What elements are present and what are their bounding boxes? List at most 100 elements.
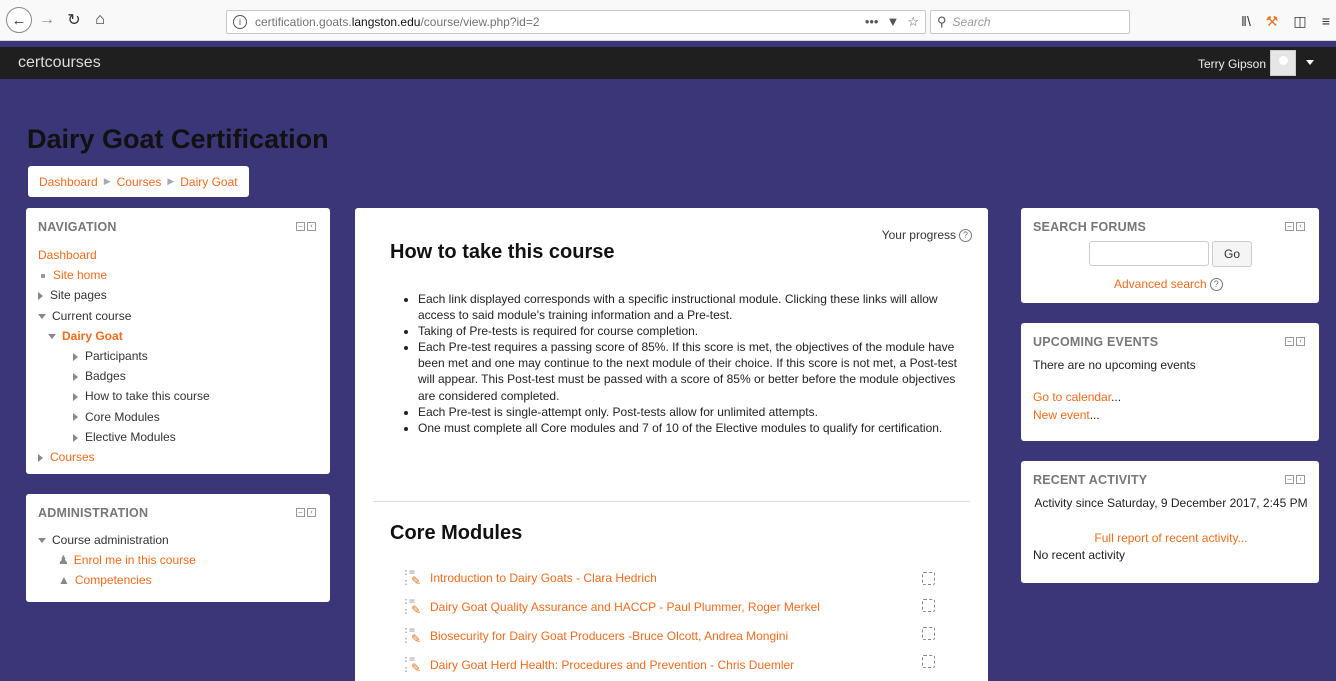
completion-checkbox[interactable] xyxy=(922,655,935,668)
admin-enrol-link[interactable]: Enrol me in this course xyxy=(74,553,196,567)
navigation-block: NAVIGATION – ‹ Dashboard Site home Site p… xyxy=(26,208,330,474)
new-event-link[interactable]: New event xyxy=(1033,408,1090,422)
expand-icon[interactable] xyxy=(73,433,78,442)
extension-icon[interactable]: ⚒ xyxy=(1262,10,1282,32)
admin-competencies-link[interactable]: Competencies xyxy=(75,573,152,587)
dock-icon[interactable]: ‹ xyxy=(1296,337,1305,346)
forum-search-input[interactable] xyxy=(1089,241,1209,266)
block-controls: – ‹ xyxy=(1285,337,1305,346)
site-info-icon[interactable]: i xyxy=(233,15,247,29)
nav-elective-modules[interactable]: Elective Modules xyxy=(85,430,176,444)
avatar[interactable] xyxy=(1270,50,1296,76)
advanced-search-row: Advanced search ? xyxy=(1114,277,1223,291)
ellipsis: ... xyxy=(1089,408,1100,422)
module-row: :=: ✎ Biosecurity for Dairy Goat Producer… xyxy=(403,625,788,647)
help-icon[interactable]: ? xyxy=(959,228,972,242)
list-item: Taking of Pre-tests is required for cour… xyxy=(418,323,958,339)
completion-checkbox[interactable] xyxy=(922,627,935,640)
home-icon[interactable]: ⌂ xyxy=(90,8,110,32)
collapse-arrow-icon[interactable] xyxy=(38,313,46,319)
search-forums-title: SEARCH FORUMS xyxy=(1033,220,1147,234)
section-divider xyxy=(373,501,970,502)
go-button[interactable]: Go xyxy=(1212,241,1252,267)
module-link[interactable]: Dairy Goat Herd Health: Procedures and P… xyxy=(430,658,794,672)
page-actions-icon[interactable]: ••• xyxy=(865,14,879,30)
module-link[interactable]: Introduction to Dairy Goats - Clara Hedr… xyxy=(430,571,657,585)
reload-icon[interactable]: ↻ xyxy=(64,8,84,32)
module-link[interactable]: Biosecurity for Dairy Goat Producers -Br… xyxy=(430,629,788,643)
search-forums-block: SEARCH FORUMS – ‹ Go Advanced search ? xyxy=(1021,208,1319,303)
nav-core-modules[interactable]: Core Modules xyxy=(85,410,160,424)
block-controls: – ‹ xyxy=(1285,475,1305,484)
address-bar[interactable]: i certification.goats. langston.edu/cours… xyxy=(226,10,926,34)
admin-course-administration[interactable]: Course administration xyxy=(52,533,169,547)
collapse-icon[interactable]: – xyxy=(1285,337,1294,346)
site-brand[interactable]: certcourses xyxy=(18,54,101,72)
dock-icon[interactable]: ‹ xyxy=(307,222,316,231)
course-content: Your progress ? How to take this course … xyxy=(355,208,988,681)
breadcrumb: Dashboard ▶ Courses ▶ Dairy Goat xyxy=(28,166,249,197)
breadcrumb-courses[interactable]: Courses xyxy=(117,175,162,189)
collapse-icon[interactable]: – xyxy=(296,508,305,517)
list-item: Each Pre-test is single-attempt only. Po… xyxy=(418,404,958,420)
advanced-search-link[interactable]: Advanced search xyxy=(1114,277,1207,291)
nav-dashboard[interactable]: Dashboard xyxy=(38,248,97,262)
assignment-icon: :=: ✎ xyxy=(403,625,422,647)
pocket-icon[interactable]: ▼ xyxy=(886,14,899,30)
list-item: Each Pre-test requires a passing score o… xyxy=(418,339,958,403)
user-icon: ♟ xyxy=(58,553,69,568)
nav-badges[interactable]: Badges xyxy=(85,369,126,383)
url-host: langston.edu xyxy=(351,15,421,29)
user-name[interactable]: Terry Gipson xyxy=(1198,57,1266,71)
dock-icon[interactable]: ‹ xyxy=(307,508,316,517)
dock-icon[interactable]: ‹ xyxy=(1296,222,1305,231)
url-path: /course/view.php?id=2 xyxy=(420,15,540,29)
nav-current-course[interactable]: Current course xyxy=(52,309,131,323)
expand-icon[interactable] xyxy=(73,413,78,422)
nav-participants[interactable]: Participants xyxy=(85,349,148,363)
recent-activity-title: RECENT ACTIVITY xyxy=(1033,473,1148,487)
completion-checkbox[interactable] xyxy=(922,572,935,585)
section-title-core-modules: Core Modules xyxy=(390,522,523,544)
nav-how-to[interactable]: How to take this course xyxy=(85,389,210,403)
no-recent-activity-text: No recent activity xyxy=(1033,548,1126,562)
sidebar-icon[interactable]: ◫ xyxy=(1290,10,1310,32)
collapse-icon[interactable]: – xyxy=(1285,222,1294,231)
menu-icon[interactable]: ≡ xyxy=(1318,10,1334,32)
nav-course-dairy-goat[interactable]: Dairy Goat xyxy=(62,329,123,343)
collapse-icon[interactable]: – xyxy=(296,222,305,231)
module-row: :=: ✎ Dairy Goat Quality Assurance and HA… xyxy=(403,596,820,618)
bookmark-star-icon[interactable]: ☆ xyxy=(907,14,919,30)
nav-site-home[interactable]: Site home xyxy=(53,268,107,282)
full-report-link[interactable]: Full report of recent activity... xyxy=(1094,531,1247,545)
library-icon[interactable]: ‖\ xyxy=(1236,10,1256,32)
breadcrumb-dairy-goat[interactable]: Dairy Goat xyxy=(180,175,237,189)
breadcrumb-dashboard[interactable]: Dashboard xyxy=(39,175,98,189)
help-icon[interactable]: ? xyxy=(1209,277,1223,291)
expand-icon[interactable] xyxy=(38,453,43,462)
browser-search-placeholder: Search xyxy=(952,15,991,29)
module-row: :=: ✎ Dairy Goat Herd Health: Procedures … xyxy=(403,654,794,676)
dock-icon[interactable]: ‹ xyxy=(1296,475,1305,484)
block-controls: – ‹ xyxy=(296,508,316,517)
go-to-calendar-link[interactable]: Go to calendar xyxy=(1033,390,1111,404)
back-icon[interactable]: ← xyxy=(6,7,32,33)
collapse-arrow-icon[interactable] xyxy=(38,538,46,544)
nav-site-pages[interactable]: Site pages xyxy=(50,288,107,302)
forward-icon[interactable]: → xyxy=(38,8,56,32)
collapse-arrow-icon[interactable] xyxy=(48,334,56,340)
expand-icon[interactable] xyxy=(73,393,78,402)
module-link[interactable]: Dairy Goat Quality Assurance and HACCP -… xyxy=(430,600,820,614)
assignment-icon: :=: ✎ xyxy=(403,596,422,618)
collapse-icon[interactable]: – xyxy=(1285,475,1294,484)
list-item: One must complete all Core modules and 7… xyxy=(418,420,958,436)
user-menu-caret-icon[interactable] xyxy=(1306,60,1314,65)
nav-courses[interactable]: Courses xyxy=(50,450,95,464)
expand-icon[interactable] xyxy=(73,372,78,381)
completion-checkbox[interactable] xyxy=(922,599,935,612)
bullet-icon xyxy=(41,274,45,279)
navigation-block-title: NAVIGATION xyxy=(38,220,117,234)
expand-icon[interactable] xyxy=(73,352,78,361)
browser-search-input[interactable]: ⚲ Search xyxy=(930,10,1130,34)
expand-icon[interactable] xyxy=(38,292,43,301)
